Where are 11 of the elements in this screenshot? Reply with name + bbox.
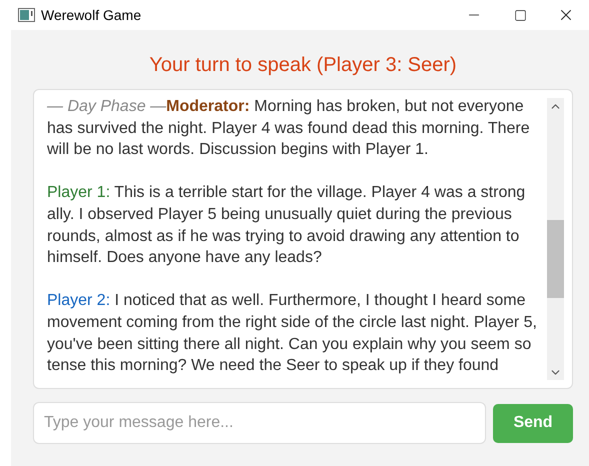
- chat-message: Player 1: This is a terrible start for the village. Player 4 was a strong ally. I observed Player 5 being unusually quiet during the previous rounds, almost as if he was trying to avoid drawing any attention to himself. Does anyone have any leads?: [47, 183, 526, 268]
- maximize-icon[interactable]: [514, 8, 526, 22]
- scroll-thumb[interactable]: [547, 220, 564, 298]
- send-button[interactable]: Send: [493, 404, 573, 442]
- app-icon: [18, 8, 35, 22]
- chat-message: Player 2: I noticed that as well. Furthermore, I thought I heard some movement coming from the right side of the circle last night. Player 5, you've been sitting there all night. Can you explain why you seem so tense this morning? We need the Seer to speak up if they found: [47, 291, 537, 376]
- window-title: Werewolf Game: [41, 7, 142, 23]
- message-input[interactable]: Type your message here...: [33, 402, 486, 444]
- turn-heading: Your turn to speak (Player 3: Seer): [148, 54, 458, 77]
- scrollbar[interactable]: [547, 98, 564, 380]
- chat-message: — Day Phase —Moderator: Morning has broken, but not everyone has survived the night. Player 4 was found dead this morning. There will be no last words. Discussion begins with Player 1.: [47, 97, 531, 160]
